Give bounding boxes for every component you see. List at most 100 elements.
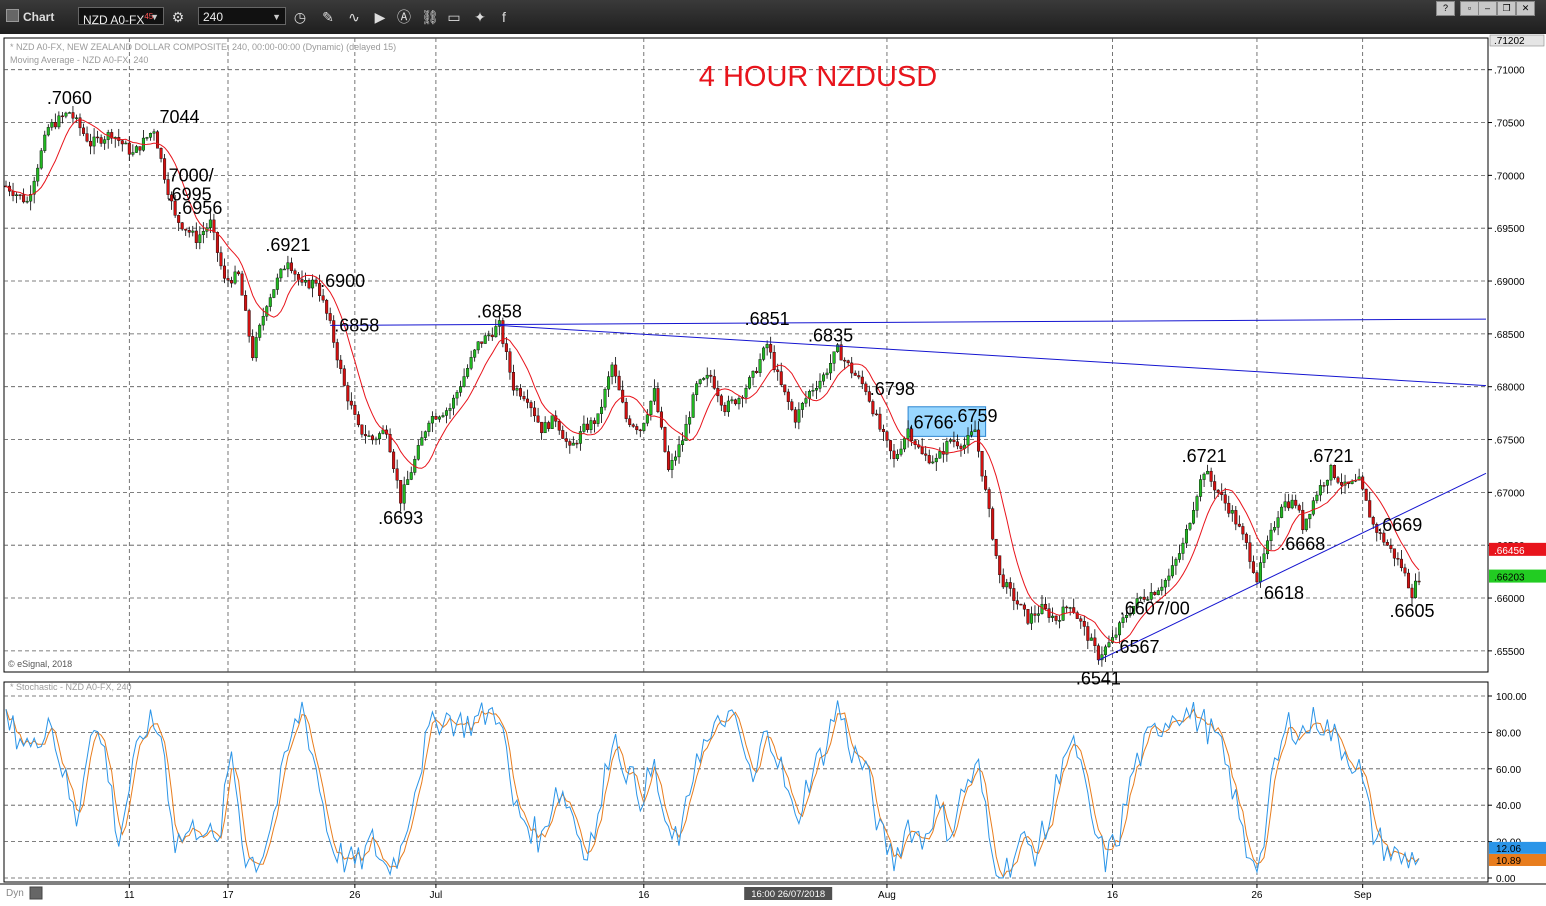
candle-body (120, 140, 124, 145)
candle-body (526, 398, 530, 403)
candle-body (487, 334, 491, 337)
candle-body (427, 422, 431, 432)
candle-body (1315, 494, 1319, 501)
candle-body (131, 152, 135, 155)
candle-body (363, 434, 367, 437)
price-annotation: .6766 (909, 413, 954, 433)
candle-body (420, 437, 424, 446)
candle-body (1036, 613, 1040, 616)
price-annotation: .6835 (808, 326, 853, 346)
candle-body (1280, 506, 1284, 518)
minimize-button[interactable]: – (1478, 1, 1497, 16)
candle-body (1385, 542, 1389, 546)
date-tick-label: Jul (430, 890, 443, 901)
candle-body (1266, 540, 1270, 555)
candle-body (814, 388, 818, 391)
candle-body (783, 384, 787, 393)
symbol-input[interactable]: NZD A0-FX45 ▼ (78, 7, 164, 27)
candle-body (67, 112, 71, 114)
candle-body (244, 295, 248, 311)
candle-body (589, 420, 593, 430)
candle-body (1392, 548, 1396, 559)
candle-body (399, 480, 403, 504)
curve-icon[interactable]: ∿ (344, 7, 364, 27)
chevron-down-icon[interactable]: ▼ (272, 8, 281, 26)
candle-body (490, 334, 494, 338)
candle-body (702, 378, 706, 380)
price-chart[interactable]: .706070447000/.6995.6956.6921.6900.6858.… (0, 34, 1546, 906)
candle-body (1216, 489, 1220, 493)
candle-body (261, 316, 265, 326)
candle-body (1234, 510, 1238, 525)
close-button[interactable]: ✕ (1516, 1, 1535, 16)
date-tick-label: 26 (349, 890, 361, 901)
candle-body (977, 429, 981, 452)
facebook-icon[interactable]: f (494, 7, 514, 27)
candle-body (275, 277, 279, 290)
alert-icon[interactable]: Ⓐ (394, 7, 414, 27)
date-tick-label: 17 (222, 890, 234, 901)
candle-body (222, 265, 226, 279)
candle-body (994, 538, 998, 556)
candle-body (64, 112, 68, 117)
candle-body (1156, 590, 1160, 595)
candle-body (656, 388, 660, 412)
play-icon[interactable]: ▶ (370, 7, 390, 27)
candle-body (187, 230, 191, 233)
stoch-k-label: 12.06 (1496, 844, 1521, 855)
candle-body (888, 440, 892, 452)
candle-body (797, 409, 801, 423)
candle-body (1389, 545, 1393, 549)
ma-price-label: .66456 (1494, 546, 1525, 557)
candle-body (543, 422, 547, 434)
chevron-down-icon[interactable]: ▼ (150, 8, 159, 26)
candle-body (402, 484, 406, 504)
candle-body (230, 280, 234, 284)
candle-body (201, 231, 205, 236)
candle-body (987, 489, 991, 509)
candle-body (628, 418, 632, 425)
stoch-tick-label: 100.00 (1496, 692, 1527, 703)
candle-body (652, 388, 656, 402)
candle-body (469, 357, 473, 369)
candle-body (416, 445, 420, 460)
twitter-icon[interactable]: ✦ (470, 7, 490, 27)
stoch-tick-label: 0.00 (1496, 874, 1516, 885)
candle-body (843, 359, 847, 362)
candle-body (677, 444, 681, 458)
candle-body (1202, 473, 1206, 480)
help-button[interactable]: ? (1436, 1, 1455, 16)
candle-body (1283, 501, 1287, 508)
candle-body (374, 438, 378, 441)
candle-body (1329, 465, 1333, 481)
candle-body (698, 379, 702, 384)
candle-body (1012, 588, 1016, 601)
candle-body (846, 360, 850, 364)
date-axis: 11 17 26 Jul 16 Aug 16 26 Sep 16:00 26/07/2018 (0, 883, 1546, 906)
settings-gear-icon[interactable]: ⚙ (168, 7, 188, 27)
candle-body (300, 279, 304, 283)
candle-body (575, 442, 579, 445)
price-axis: .71202 .71000 .70500 .70000 .69500 .69000 .685… (1488, 34, 1546, 885)
candle-body (1001, 574, 1005, 588)
candle-body (286, 262, 290, 270)
candle-body (452, 397, 456, 409)
candle-body (1241, 526, 1245, 535)
candle-body (1322, 485, 1326, 487)
restore-button[interactable]: ❐ (1497, 1, 1516, 16)
candle-body (71, 112, 75, 119)
interval-input[interactable]: 240 ▼ (198, 7, 286, 25)
candle-body (970, 431, 974, 436)
candle-body (103, 139, 107, 144)
window-settings-button[interactable]: ▫ (1460, 1, 1479, 16)
comment-icon[interactable]: ▭ (444, 7, 464, 27)
price-annotation: .7060 (47, 88, 92, 108)
pencil-icon[interactable]: ✎ (318, 7, 338, 27)
price-annotation: .6669 (1377, 515, 1422, 535)
link-icon[interactable]: ⛓ (420, 7, 440, 27)
candle-body (998, 555, 1002, 576)
candle-body (1294, 499, 1298, 506)
candle-body (392, 451, 396, 469)
clock-icon[interactable]: ◷ (290, 7, 310, 27)
candle-body (1340, 482, 1344, 486)
